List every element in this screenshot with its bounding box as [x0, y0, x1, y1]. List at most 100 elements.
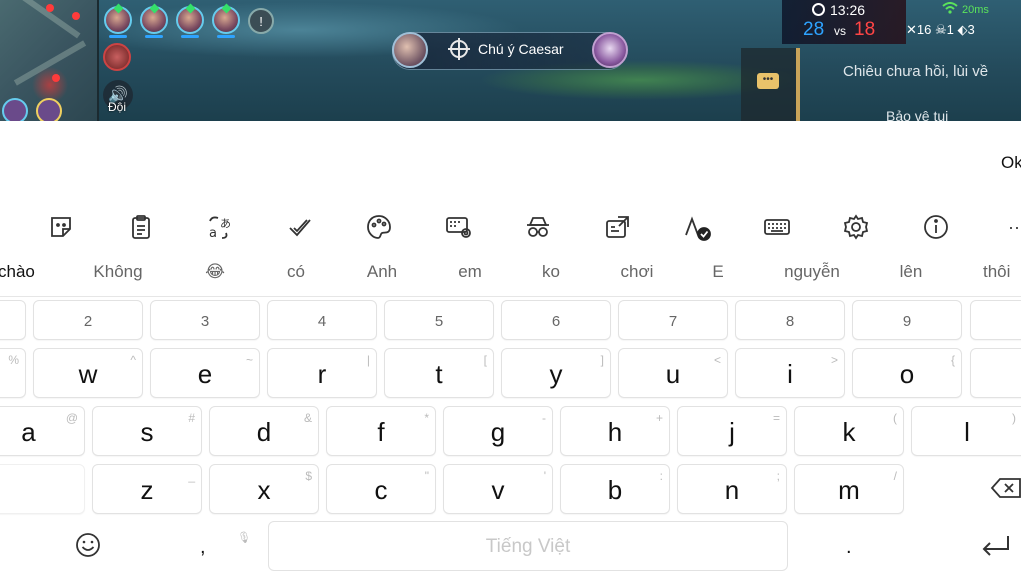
letter-key[interactable]: x $ [209, 464, 319, 514]
minimap[interactable] [0, 0, 99, 121]
space-key[interactable]: Tiếng Việt [268, 521, 788, 571]
suggestion-item[interactable]: nguyễn [784, 262, 840, 282]
space-language-label: Tiếng Việt [485, 536, 571, 557]
number-key[interactable]: 6 [501, 300, 611, 340]
ally-hero-avatar[interactable] [104, 3, 132, 38]
wifi-icon [942, 2, 958, 14]
suggestion-item[interactable]: có [287, 262, 305, 282]
period-key[interactable]: . [846, 536, 852, 559]
team-score: 28 [803, 19, 825, 40]
target-alert-text: Chú ý Caesar [478, 41, 564, 57]
ping-value: 20ms [962, 4, 989, 16]
chat-message: Chiêu chưa hồi, lùi về [843, 63, 989, 80]
gear-icon[interactable] [839, 210, 873, 244]
letter-key[interactable]: w ^ [33, 348, 143, 398]
info-icon[interactable] [919, 210, 953, 244]
comma-key[interactable]: , [200, 536, 206, 559]
clipboard-icon[interactable] [124, 210, 158, 244]
number-key[interactable] [970, 300, 1021, 340]
suggestion-divider [0, 296, 1021, 297]
keyboard-settings-icon[interactable] [442, 210, 476, 244]
number-key[interactable]: 9 [852, 300, 962, 340]
letter-key[interactable]: % [0, 348, 26, 398]
emoji-icon[interactable] [74, 531, 102, 559]
letter-key[interactable]: e ~ [150, 348, 260, 398]
letter-key[interactable]: y] [501, 348, 611, 398]
game-view: ! 🔊 Đội Chú ý Caesar 13:26 28 vs 18 20ms… [0, 0, 1021, 121]
number-key[interactable] [0, 300, 26, 340]
resize-icon[interactable] [601, 210, 635, 244]
crosshair-icon [448, 38, 470, 60]
letter-key[interactable]: b: [560, 464, 670, 514]
svg-text:あ: あ [220, 217, 231, 230]
suggestion-item[interactable]: lên [900, 262, 923, 282]
incognito-icon[interactable] [521, 210, 555, 244]
handwriting-icon[interactable] [680, 210, 714, 244]
quick-message-icon[interactable]: ! [248, 8, 274, 34]
more-icon[interactable]: ··· [1000, 210, 1021, 244]
suggestion-item[interactable]: Không [93, 262, 142, 282]
typed-text[interactable]: Ok [1001, 153, 1021, 173]
number-key[interactable]: 7 [618, 300, 728, 340]
letter-key[interactable]: n; [677, 464, 787, 514]
enter-icon[interactable] [978, 531, 1012, 561]
letter-key[interactable]: k( [794, 406, 904, 456]
number-key[interactable]: 5 [384, 300, 494, 340]
number-key[interactable]: 3 [150, 300, 260, 340]
ally-marker [2, 98, 28, 121]
letter-key[interactable]: a @ [0, 406, 85, 456]
team-voice-label: Đội [108, 100, 127, 114]
enemy-hero-avatar[interactable] [103, 43, 131, 71]
mic-icon[interactable]: 🎙 [237, 531, 251, 544]
player-avatar [392, 32, 428, 68]
chat-message: Bảo vệ tui [886, 108, 949, 121]
suggestion-item[interactable]: Anh [367, 262, 397, 282]
letter-key[interactable]: j = [677, 406, 787, 456]
suggestion-item[interactable]: chơi [621, 262, 654, 282]
enemy-marker [46, 4, 54, 12]
enemy-marker [72, 12, 80, 20]
score-vs-label: vs [834, 24, 846, 38]
letter-key[interactable]: s # [92, 406, 202, 456]
letter-key[interactable]: l) [911, 406, 1021, 456]
suggestion-item[interactable]: em [458, 262, 482, 282]
chat-bubble-icon[interactable]: ••• [757, 73, 779, 89]
suggestion-item[interactable]: E [712, 262, 723, 282]
keyboard-icon[interactable] [760, 210, 794, 244]
ally-hero-avatar[interactable] [212, 3, 240, 38]
suggestion-item[interactable]: thôi [983, 262, 1010, 282]
sticker-icon[interactable] [44, 210, 78, 244]
number-key[interactable]: 8 [735, 300, 845, 340]
palette-icon[interactable] [362, 210, 396, 244]
ally-hero-avatar[interactable] [176, 3, 204, 38]
letter-key[interactable]: z _ [92, 464, 202, 514]
letter-key[interactable]: d & [209, 406, 319, 456]
player-marker [36, 98, 62, 121]
translate-icon[interactable]: aあ [203, 210, 237, 244]
target-avatar [592, 32, 628, 68]
suggestion-item[interactable]: ko [542, 262, 560, 282]
letter-key[interactable]: i > [735, 348, 845, 398]
letter-key[interactable]: u < [618, 348, 728, 398]
letter-key[interactable]: h + [560, 406, 670, 456]
suggestion-item[interactable]: chào [0, 262, 35, 282]
letter-key[interactable]: v ' [443, 464, 553, 514]
ally-hero-avatar[interactable] [140, 3, 168, 38]
number-key[interactable]: 4 [267, 300, 377, 340]
letter-key[interactable] [970, 348, 1021, 398]
checkmark-edit-icon[interactable] [283, 210, 317, 244]
letter-key[interactable]: t[ [384, 348, 494, 398]
letter-key[interactable]: r | [267, 348, 377, 398]
letter-key[interactable]: f * [326, 406, 436, 456]
shift-key-bg[interactable] [0, 464, 85, 514]
backspace-icon[interactable] [990, 476, 1021, 500]
letter-key[interactable]: c " [326, 464, 436, 514]
letter-key[interactable]: m / [794, 464, 904, 514]
suggestion-item[interactable]: 😂 [205, 262, 225, 282]
enemy-score: 18 [854, 19, 876, 40]
enemy-marker [52, 74, 60, 82]
number-key[interactable]: 2 [33, 300, 143, 340]
letter-key[interactable]: g- [443, 406, 553, 456]
clock-icon [812, 3, 825, 16]
letter-key[interactable]: o{ [852, 348, 962, 398]
